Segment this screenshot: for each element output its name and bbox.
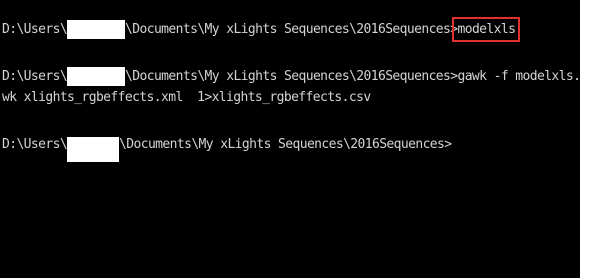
path-prefix: D:\Users\	[2, 137, 68, 152]
console-line-1: D:\Users\ \Documents\My xLights Sequences…	[2, 17, 521, 42]
path-prefix: D:\Users\	[2, 69, 68, 84]
path-suffix: \Documents\My xLights Sequences\2016Sequ…	[125, 22, 458, 37]
path-prefix: D:\Users\	[2, 22, 68, 37]
redacted-username	[67, 137, 120, 162]
redacted-username	[67, 67, 126, 86]
console-line-2: D:\Users\ \Documents\My xLights Sequences…	[2, 67, 588, 86]
console-line-4: D:\Users\ \Documents\My xLights Sequences…	[2, 135, 452, 162]
window-edge	[580, 0, 589, 278]
console-line-3: wk xlights_rgbeffects.xml 1>xlights_rgbe…	[2, 88, 371, 107]
path-suffix-command: \Documents\My xLights Sequences\2016Sequ…	[125, 69, 588, 84]
console-window[interactable]: D:\Users\ \Documents\My xLights Sequences…	[0, 0, 588, 278]
command-continuation: wk xlights_rgbeffects.xml 1>xlights_rgbe…	[2, 90, 371, 105]
path-suffix: \Documents\My xLights Sequences\2016Sequ…	[119, 137, 452, 152]
redacted-username	[67, 20, 126, 39]
highlighted-command: modelxls	[452, 17, 521, 42]
